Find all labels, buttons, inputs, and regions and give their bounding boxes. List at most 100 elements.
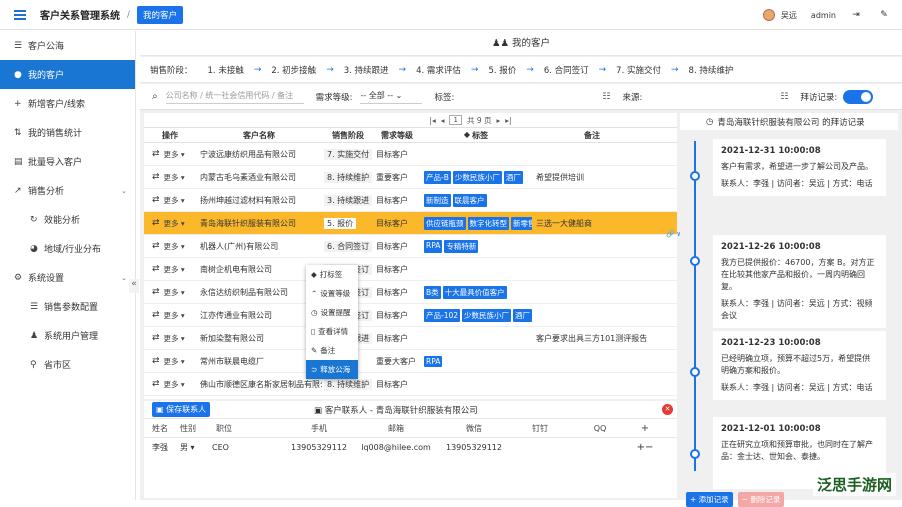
customer-tag[interactable]: 新制造 — [424, 194, 451, 207]
refresh-icon[interactable]: ⇄ — [152, 241, 160, 251]
sidebar-item-sales-stats[interactable]: ⇅我的销售统计 — [0, 118, 135, 147]
customer-tag[interactable]: 产品-B — [424, 171, 451, 184]
more-dropdown[interactable]: 更多 ▾ — [164, 241, 185, 252]
more-dropdown[interactable]: 更多 ▾ — [164, 287, 185, 298]
user-role[interactable]: admin — [811, 11, 836, 20]
add-contact-button[interactable]: + — [630, 423, 660, 434]
table-row[interactable]: ⇄ 更多 ▾ 宁波远康纺织用品有限公司 7. 实施交付 目标客户 — [144, 143, 677, 166]
sidebar-item-sales-analysis[interactable]: ↗销售分析⌄ — [0, 176, 135, 205]
stage-filter-1[interactable]: 1. 未接触 — [201, 64, 251, 76]
visit-record[interactable]: 2021-12-31 10:00:08 客户有需求，希望进一步了解公司及产品。 … — [713, 139, 886, 196]
customer-name[interactable]: 常州市联晨电缆厂 — [196, 356, 322, 367]
refresh-icon[interactable]: ⇄ — [152, 264, 160, 274]
stage-filter-8[interactable]: 8. 持续维护 — [682, 64, 741, 76]
column-header[interactable]: 需求等级 — [374, 130, 420, 141]
table-row[interactable]: ⇄ 更多 ▾ 新加染整有限公司 3. 持续跟进 目标客户 客户要求出具三方101… — [144, 327, 677, 350]
stage-filter-4[interactable]: 4. 需求评估 — [409, 64, 468, 76]
table-row[interactable]: ⇄ 更多 ▾ 机器人(广州)有限公司 6. 合同签订 目标客户 RPA专精特新 — [144, 235, 677, 258]
tag-list-icon[interactable]: ☷ — [602, 92, 610, 102]
visit-toggle[interactable] — [843, 90, 873, 104]
page-input[interactable]: 1 — [449, 115, 461, 125]
customer-tag[interactable]: 联晨客户 — [453, 194, 487, 207]
table-row[interactable]: ⇄ 更多 ▾ 南树企机电有限公司 6. 合同签订 目标客户 — [144, 258, 677, 281]
stage-filter-2[interactable]: 2. 初步接触 — [264, 64, 323, 76]
sidebar-item-add-customer[interactable]: +新增客户/线索 — [0, 89, 135, 118]
visit-record[interactable]: 2021-12-26 10:00:08 我方已提供报价：46700，方案 B。对… — [713, 235, 886, 328]
avatar[interactable] — [763, 9, 775, 21]
more-dropdown[interactable]: 更多 ▾ — [164, 310, 185, 321]
refresh-icon[interactable]: ⇄ — [152, 287, 160, 297]
customer-name[interactable]: 佛山市顺德区康名斯家居制品有限公司 — [196, 379, 322, 390]
edit-icon[interactable]: ✎ — [876, 10, 892, 20]
first-page-button[interactable]: |◂ — [429, 116, 435, 125]
hamburger-menu-icon[interactable] — [14, 8, 26, 22]
more-dropdown[interactable]: 更多 ▾ — [164, 264, 185, 275]
customer-tag[interactable]: 数字化转型 — [468, 217, 510, 230]
column-header[interactable]: 销售阶段 — [322, 130, 374, 141]
customer-tag[interactable]: RPA — [424, 356, 442, 367]
refresh-icon[interactable]: ⇄ — [152, 356, 160, 366]
search-input[interactable]: 公司名称 / 统一社会信用代码 / 备注 — [166, 90, 304, 104]
more-dropdown[interactable]: 更多 ▾ — [164, 356, 185, 367]
stage-filter-6[interactable]: 6. 合同签订 — [537, 64, 596, 76]
more-dropdown[interactable]: 更多 ▾ — [164, 149, 185, 160]
menu-item-details[interactable]: ▯查看详情 — [306, 322, 358, 341]
close-icon[interactable]: ✕ — [662, 404, 673, 415]
contact-email[interactable]: lq008@hilee.com — [354, 443, 438, 452]
refresh-icon[interactable]: ⇄ — [152, 172, 160, 182]
table-row[interactable]: ⇄ 更多 ▾ 内蒙古毛乌素酒业有限公司 8. 持续维护 重要客户 产品-B少数民… — [144, 166, 677, 189]
customer-tag[interactable]: 少数民族小厂 — [462, 309, 511, 322]
customer-name[interactable]: 南树企机电有限公司 — [196, 264, 322, 275]
table-row[interactable]: ⇄ 更多 ▾ 江亦传通业有限公司 6. 合同签订 目标客户 产品-102少数民族… — [144, 304, 677, 327]
sidebar-item-user-admin[interactable]: ♟系统用户管理 — [0, 321, 135, 350]
customer-tag[interactable]: 供应链瓶颈 — [424, 217, 466, 230]
menu-item-tag[interactable]: ◆打标签 — [306, 265, 358, 284]
prev-page-button[interactable]: ◂ — [441, 116, 445, 125]
customer-tag[interactable]: 产品-102 — [424, 309, 460, 322]
customer-name[interactable]: 机器人(广州)有限公司 — [196, 241, 322, 252]
customer-tag[interactable]: 十大最具价值客户 — [443, 286, 507, 299]
sidebar-item-batch-import[interactable]: ▤批量导入客户 — [0, 147, 135, 176]
sidebar-item-my-customers[interactable]: ●我的客户 — [0, 60, 135, 89]
sidebar-item-region[interactable]: ◕地域/行业分布 — [0, 234, 135, 263]
refresh-icon[interactable]: ⇄ — [152, 149, 160, 159]
contact-phone[interactable]: 13905329112 — [284, 443, 354, 452]
refresh-icon[interactable]: ⇄ — [152, 379, 160, 389]
customer-name[interactable]: 青岛海联针织服装有限公司 — [196, 218, 322, 229]
customer-tag[interactable]: 专精特新 — [444, 240, 478, 253]
table-row[interactable]: ⇄ 更多 ▾ 佛山市顺德区康名斯家居制品有限公司 8. 持续维护 目标客户 — [144, 373, 677, 396]
sidebar-item-regions[interactable]: ⚲省市区 — [0, 350, 135, 379]
more-dropdown[interactable]: 更多 ▾ — [164, 195, 185, 206]
more-dropdown[interactable]: 更多 ▾ — [164, 218, 185, 229]
more-dropdown[interactable]: 更多 ▾ — [164, 172, 185, 183]
stage-filter-7[interactable]: 7. 实施交付 — [609, 64, 668, 76]
table-row[interactable]: ⇄ 更多 ▾ 青岛海联针织服装有限公司 5. 报价 目标客户 供应链瓶颈数字化转… — [144, 212, 677, 235]
contact-gender[interactable]: 男 ▾ — [180, 442, 208, 453]
collapse-sidebar-icon[interactable]: « — [129, 279, 139, 293]
menu-item-release[interactable]: ⊃释放公海 — [306, 360, 358, 379]
refresh-icon[interactable]: ⇄ — [152, 195, 160, 205]
customer-tag[interactable]: B类 — [424, 286, 441, 299]
customer-name[interactable]: 新加染整有限公司 — [196, 333, 322, 344]
table-row[interactable]: ⇄ 更多 ▾ 常州市联晨电缆厂 5. 报价 重要大客户 RPA — [144, 350, 677, 373]
last-page-button[interactable]: ▸| — [505, 116, 511, 125]
customer-name[interactable]: 扬州坤越过滤材料有限公司 — [196, 195, 322, 206]
more-dropdown[interactable]: 更多 ▾ — [164, 333, 185, 344]
customer-tag[interactable]: RPA — [424, 240, 442, 253]
customer-name[interactable]: 宁波远康纺织用品有限公司 — [196, 149, 322, 160]
customer-tag[interactable]: 酒厂 — [513, 309, 532, 322]
logout-icon[interactable]: ⇥ — [848, 10, 864, 20]
menu-item-reminder[interactable]: ◷设置提醒 — [306, 303, 358, 322]
customer-tag[interactable]: 少数民族小厂 — [453, 171, 502, 184]
contact-name[interactable]: 李强 — [144, 442, 180, 453]
customer-name[interactable]: 江亦传通业有限公司 — [196, 310, 322, 321]
sidebar-item-system-settings[interactable]: ⚙系统设置⌄ — [0, 263, 135, 292]
refresh-icon[interactable]: ⇄ — [152, 310, 160, 320]
next-page-button[interactable]: ▸ — [497, 116, 501, 125]
stage-filter-3[interactable]: 3. 持续跟进 — [337, 64, 396, 76]
breadcrumb-current[interactable]: 我的客户 — [137, 6, 183, 24]
table-row[interactable]: ⇄ 更多 ▾ 永信达纺织制品有限公司 6. 合同签订 目标客户 B类十大最具价值… — [144, 281, 677, 304]
refresh-icon[interactable]: ⇄ — [152, 333, 160, 343]
contact-row-ops[interactable]: +− — [630, 442, 660, 453]
column-header[interactable]: 客户名称 — [196, 130, 322, 141]
